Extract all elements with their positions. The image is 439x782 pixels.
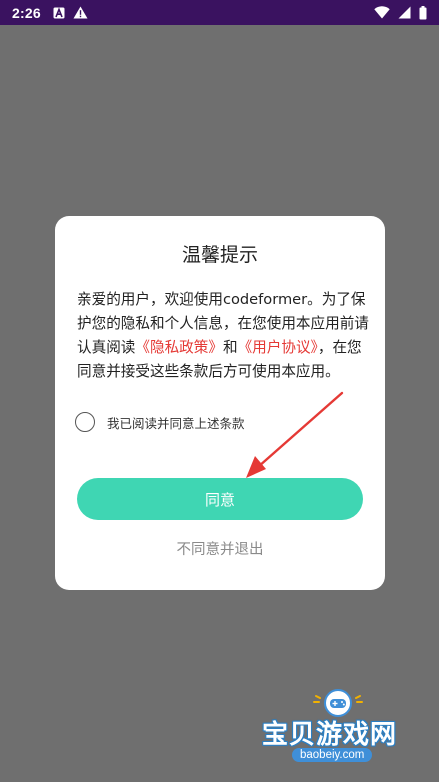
agree-checkbox[interactable] — [75, 412, 95, 432]
status-bar: 2:26 — [0, 0, 439, 25]
user-agreement-link[interactable]: 《用户协议》 — [238, 339, 318, 356]
warning-icon — [73, 6, 88, 19]
agree-checkbox-row[interactable]: 我已阅读并同意上述条款 — [75, 412, 245, 432]
privacy-dialog: 温馨提示 亲爱的用户，欢迎使用codeformer。为了保护您的隐私和个人信息，… — [55, 216, 385, 590]
status-left-icons — [53, 6, 88, 19]
signal-icon — [398, 6, 411, 19]
watermark-url: baobeiy.com — [292, 748, 373, 762]
a-letter-icon — [53, 6, 65, 19]
wifi-icon — [374, 6, 390, 19]
status-right-icons — [374, 5, 427, 20]
decline-exit-link[interactable]: 不同意并退出 — [55, 538, 385, 559]
battery-icon — [419, 5, 427, 20]
dialog-message: 亲爱的用户，欢迎使用codeformer。为了保护您的隐私和个人信息，在您使用本… — [77, 288, 369, 384]
watermark: 宝贝游戏网 baobeiy.com — [250, 686, 439, 782]
message-and: 和 — [222, 339, 238, 356]
status-time: 2:26 — [12, 4, 41, 21]
agree-button[interactable]: 同意 — [77, 478, 363, 520]
watermark-text: 宝贝游戏网 — [262, 720, 398, 750]
dialog-title: 温馨提示 — [181, 244, 258, 266]
agree-checkbox-label: 我已阅读并同意上述条款 — [107, 415, 245, 431]
privacy-policy-link[interactable]: 《隐私政策》 — [135, 339, 223, 356]
